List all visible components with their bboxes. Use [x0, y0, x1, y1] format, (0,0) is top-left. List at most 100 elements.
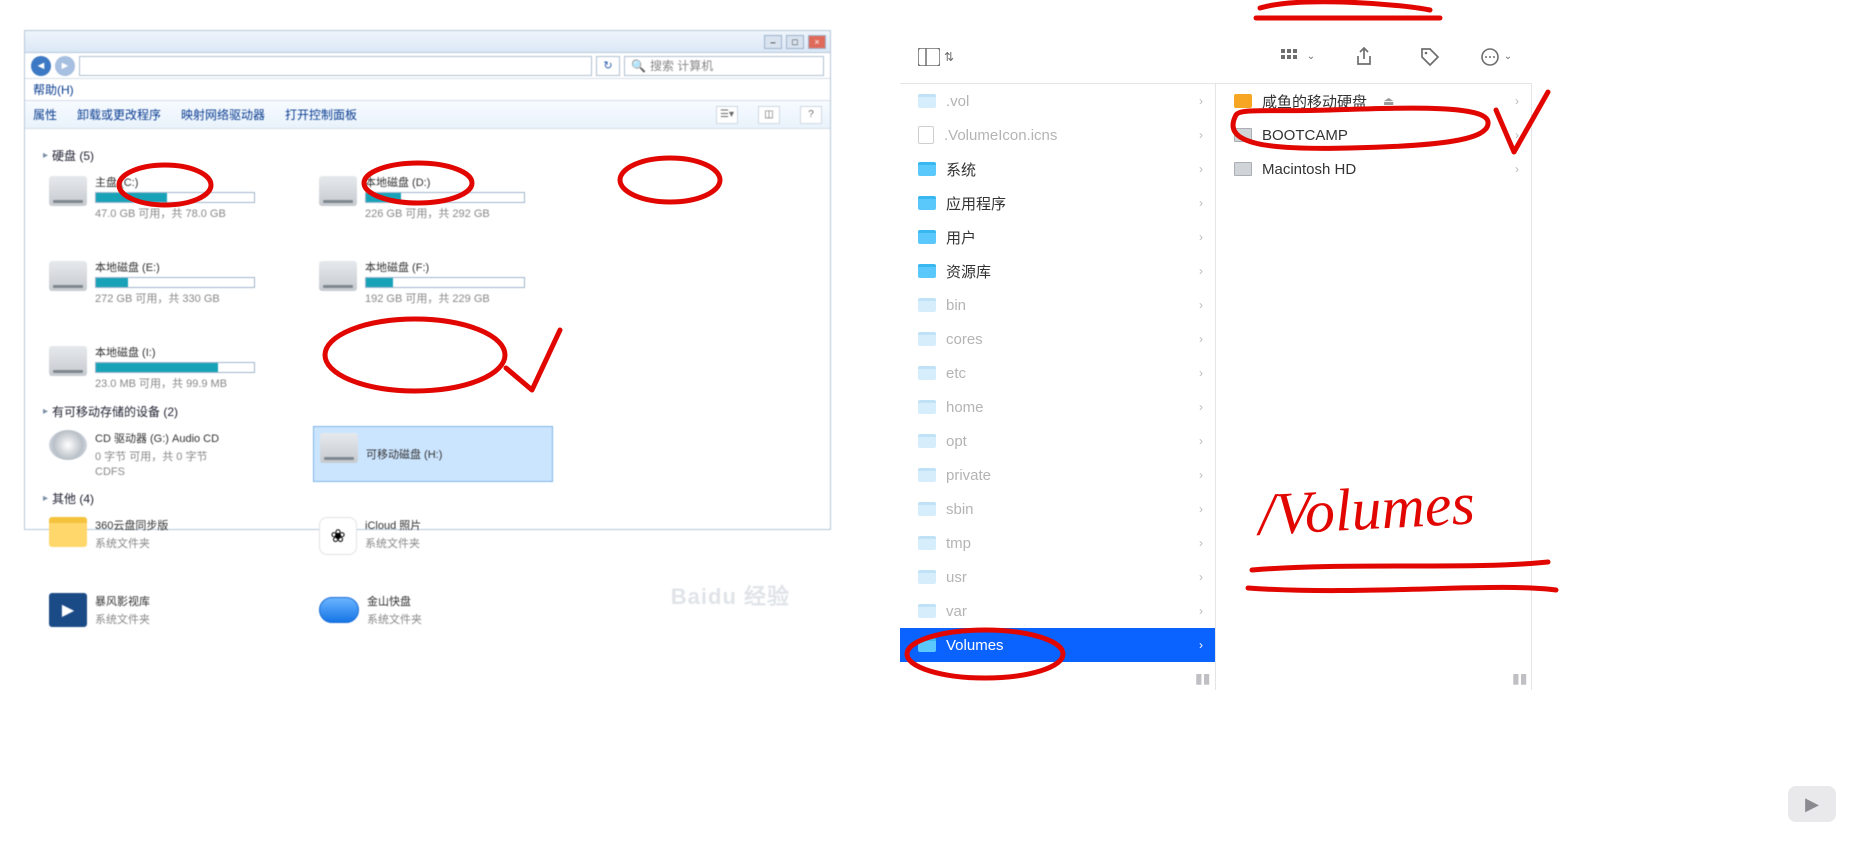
content-area: 硬盘 (5) 主盘 (C:) 47.0 GB 可用，共 78.0 GB 本地磁盘… [25, 129, 830, 641]
hdd-icon [1234, 162, 1252, 176]
view-mode-button[interactable]: ⌄ [1280, 42, 1316, 72]
removable-h[interactable]: 可移动磁盘 (H:) [313, 426, 553, 482]
other-kuaipan[interactable]: 金山快盘系统文件夹 [313, 589, 553, 631]
share-button[interactable] [1346, 42, 1382, 72]
toolbar-control-panel[interactable]: 打开控制面板 [285, 106, 357, 123]
chevron-right-icon: › [1199, 536, 1203, 550]
item-label: usr [946, 569, 967, 586]
cd-icon [49, 430, 87, 460]
space-bar [95, 192, 255, 203]
back-button[interactable]: ◄ [31, 56, 51, 76]
search-input[interactable]: 🔍搜索 计算机 [624, 56, 824, 76]
finder-item[interactable]: var› [900, 594, 1215, 628]
file-icon [918, 126, 934, 144]
eject-icon[interactable]: ⏏ [1383, 94, 1394, 108]
finder-item[interactable]: 应用程序› [900, 186, 1215, 220]
drive-f[interactable]: 本地磁盘 (F:) 192 GB 可用，共 229 GB [313, 255, 553, 310]
finder-item[interactable]: home› [900, 390, 1215, 424]
toolbar-uninstall[interactable]: 卸载或更改程序 [77, 106, 161, 123]
pause-icon: ▮▮ [1195, 670, 1210, 687]
finder-item[interactable]: bin› [900, 288, 1215, 322]
refresh-button[interactable]: ↻ [596, 56, 620, 76]
drive-i[interactable]: 本地磁盘 (I:) 23.0 MB 可用，共 99.9 MB [43, 340, 283, 395]
other-360[interactable]: 360云盘同步版系统文件夹 [43, 513, 283, 559]
drive-fs: CDFS [95, 466, 219, 478]
tags-button[interactable] [1412, 42, 1448, 72]
chevron-right-icon: › [1199, 230, 1203, 244]
folder-icon [918, 570, 936, 584]
finder-item[interactable]: sbin› [900, 492, 1215, 526]
folder-icon [918, 638, 936, 652]
hdd-icon [1234, 128, 1252, 142]
drive-sub: 23.0 MB 可用，共 99.9 MB [95, 375, 255, 391]
drive-sub: 0 字节 可用，共 0 字节 [95, 448, 219, 464]
drive-label: 主盘 (C:) [95, 174, 255, 190]
menubar: 帮助(H) [25, 79, 830, 101]
folder-icon [918, 434, 936, 448]
folder-icon [918, 366, 936, 380]
chevron-right-icon: › [1199, 162, 1203, 176]
chevron-right-icon: › [1515, 162, 1519, 176]
preview-pane-button[interactable]: ◫ [758, 106, 780, 124]
drive-c[interactable]: 主盘 (C:) 47.0 GB 可用，共 78.0 GB [43, 170, 283, 225]
finder-item[interactable]: 系统› [900, 152, 1215, 186]
drive-d[interactable]: 本地磁盘 (D:) 226 GB 可用，共 292 GB [313, 170, 553, 225]
minimize-button[interactable]: – [764, 35, 782, 49]
finder-item[interactable]: Volumes› [900, 628, 1215, 662]
other-icloud[interactable]: ❀ iCloud 照片系统文件夹 [313, 513, 553, 559]
view-mode-button[interactable]: ☰▾ [716, 106, 738, 124]
group-other[interactable]: 其他 (4) [43, 490, 812, 507]
item-label: 用户 [946, 227, 976, 248]
finder-item[interactable]: 资源库› [900, 254, 1215, 288]
chevron-right-icon: › [1515, 94, 1519, 108]
finder-item[interactable]: 咸鱼的移动硬盘⏏› [1216, 84, 1531, 118]
finder-item[interactable]: 用户 › [900, 220, 1215, 254]
chevron-right-icon: › [1199, 128, 1203, 142]
chevron-right-icon: › [1199, 264, 1203, 278]
drive-icon [49, 176, 87, 206]
address-bar[interactable] [79, 56, 592, 76]
help-icon[interactable]: ? [800, 106, 822, 124]
finder-item[interactable]: private› [900, 458, 1215, 492]
chevron-right-icon: › [1515, 128, 1519, 142]
space-bar [365, 277, 525, 288]
help-menu[interactable]: 帮助(H) [33, 81, 74, 98]
pip-button[interactable]: ▶ [1788, 786, 1836, 822]
finder-item[interactable]: Macintosh HD› [1216, 152, 1531, 186]
other-storm[interactable]: ▶ 暴风影视库系统文件夹 [43, 589, 283, 631]
chevron-right-icon: › [1199, 638, 1203, 652]
group-disks[interactable]: 硬盘 (5) [43, 147, 812, 164]
folder-icon [918, 298, 936, 312]
finder-item[interactable]: tmp› [900, 526, 1215, 560]
finder-item[interactable]: cores› [900, 322, 1215, 356]
finder-item[interactable]: .vol› [900, 84, 1215, 118]
cd-drive[interactable]: CD 驱动器 (G:) Audio CD 0 字节 可用，共 0 字节 CDFS [43, 426, 283, 482]
space-bar [365, 192, 525, 203]
item-label: iCloud 照片 [365, 517, 421, 533]
search-icon: 🔍 [631, 59, 646, 73]
finder-item[interactable]: usr› [900, 560, 1215, 594]
finder-item[interactable]: .VolumeIcon.icns› [900, 118, 1215, 152]
more-button[interactable]: ⌄ [1478, 42, 1514, 72]
chevron-right-icon: › [1199, 366, 1203, 380]
item-label: BOOTCAMP [1262, 127, 1348, 144]
finder-item[interactable]: etc› [900, 356, 1215, 390]
group-removable[interactable]: 有可移动存储的设备 (2) [43, 403, 812, 420]
forward-button[interactable]: ► [55, 56, 75, 76]
mac-toolbar: ⇅ ⌄ ⌄ [900, 30, 1532, 84]
finder-item[interactable]: opt› [900, 424, 1215, 458]
close-button[interactable]: × [808, 35, 826, 49]
space-bar [95, 277, 255, 288]
maximize-button[interactable]: □ [786, 35, 804, 49]
folder-icon [918, 536, 936, 550]
toolbar-map-drive[interactable]: 映射网络驱动器 [181, 106, 265, 123]
drive-label: 本地磁盘 (D:) [365, 174, 525, 190]
drive-e[interactable]: 本地磁盘 (E:) 272 GB 可用，共 330 GB [43, 255, 283, 310]
sidebar-toggle-button[interactable]: ⇅ [918, 42, 954, 72]
item-label: .vol [946, 93, 969, 110]
drive-icon [319, 261, 357, 291]
folder-icon [918, 332, 936, 346]
drive-label: 本地磁盘 (I:) [95, 344, 255, 360]
toolbar-properties[interactable]: 属性 [33, 106, 57, 123]
finder-item[interactable]: BOOTCAMP › [1216, 118, 1531, 152]
